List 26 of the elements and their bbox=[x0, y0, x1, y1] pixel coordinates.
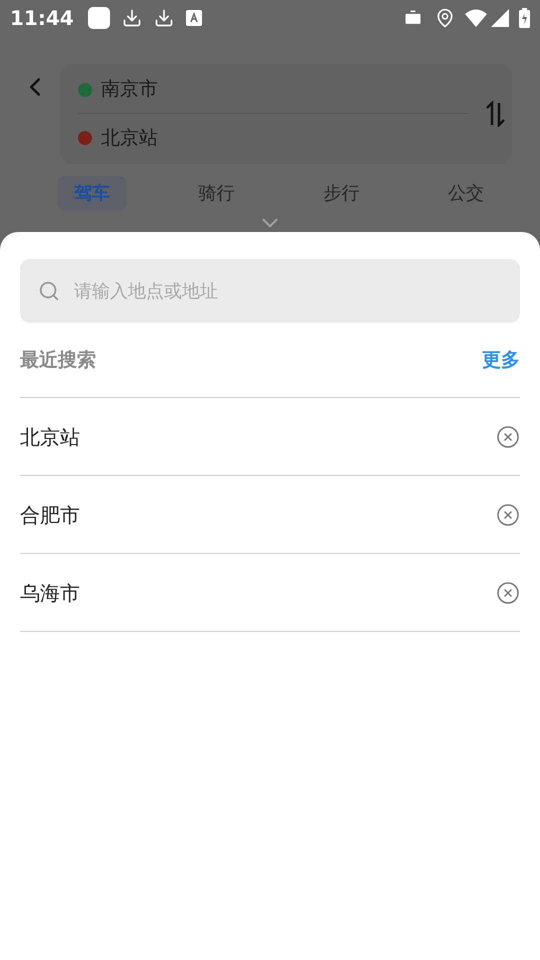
delete-icon[interactable] bbox=[496, 580, 520, 604]
more-link[interactable]: 更多 bbox=[482, 346, 520, 374]
location-icon bbox=[435, 8, 455, 28]
signal-icon bbox=[491, 9, 509, 27]
mode-tab[interactable]: 步行 bbox=[307, 176, 376, 210]
recent-search-item[interactable]: 合肥市 bbox=[20, 500, 80, 530]
delete-icon[interactable] bbox=[496, 424, 520, 448]
delete-icon[interactable] bbox=[496, 502, 520, 526]
search-field[interactable]: 请输入地点或地址 bbox=[20, 259, 520, 323]
work-profile-icon bbox=[403, 8, 423, 28]
wifi-icon bbox=[465, 9, 487, 27]
search-icon bbox=[38, 280, 60, 302]
route-point[interactable]: 北京站 bbox=[101, 124, 158, 152]
mode-tab[interactable]: 骑行 bbox=[182, 176, 251, 210]
battery-icon bbox=[519, 8, 530, 28]
download-icon bbox=[122, 8, 142, 28]
swap-icon[interactable] bbox=[484, 101, 506, 127]
route-point[interactable]: 南京市 bbox=[101, 75, 158, 104]
recent-search-item[interactable]: 北京站 bbox=[20, 422, 80, 452]
keyboard-icon bbox=[186, 10, 202, 26]
recent-search-item[interactable]: 乌海市 bbox=[20, 578, 80, 608]
download-icon bbox=[154, 8, 174, 28]
notification-icon bbox=[88, 7, 110, 29]
mode-tab[interactable]: 公交 bbox=[432, 176, 500, 210]
status-time: 11:44 bbox=[10, 5, 74, 32]
section-title: 最近搜索 bbox=[20, 348, 96, 373]
